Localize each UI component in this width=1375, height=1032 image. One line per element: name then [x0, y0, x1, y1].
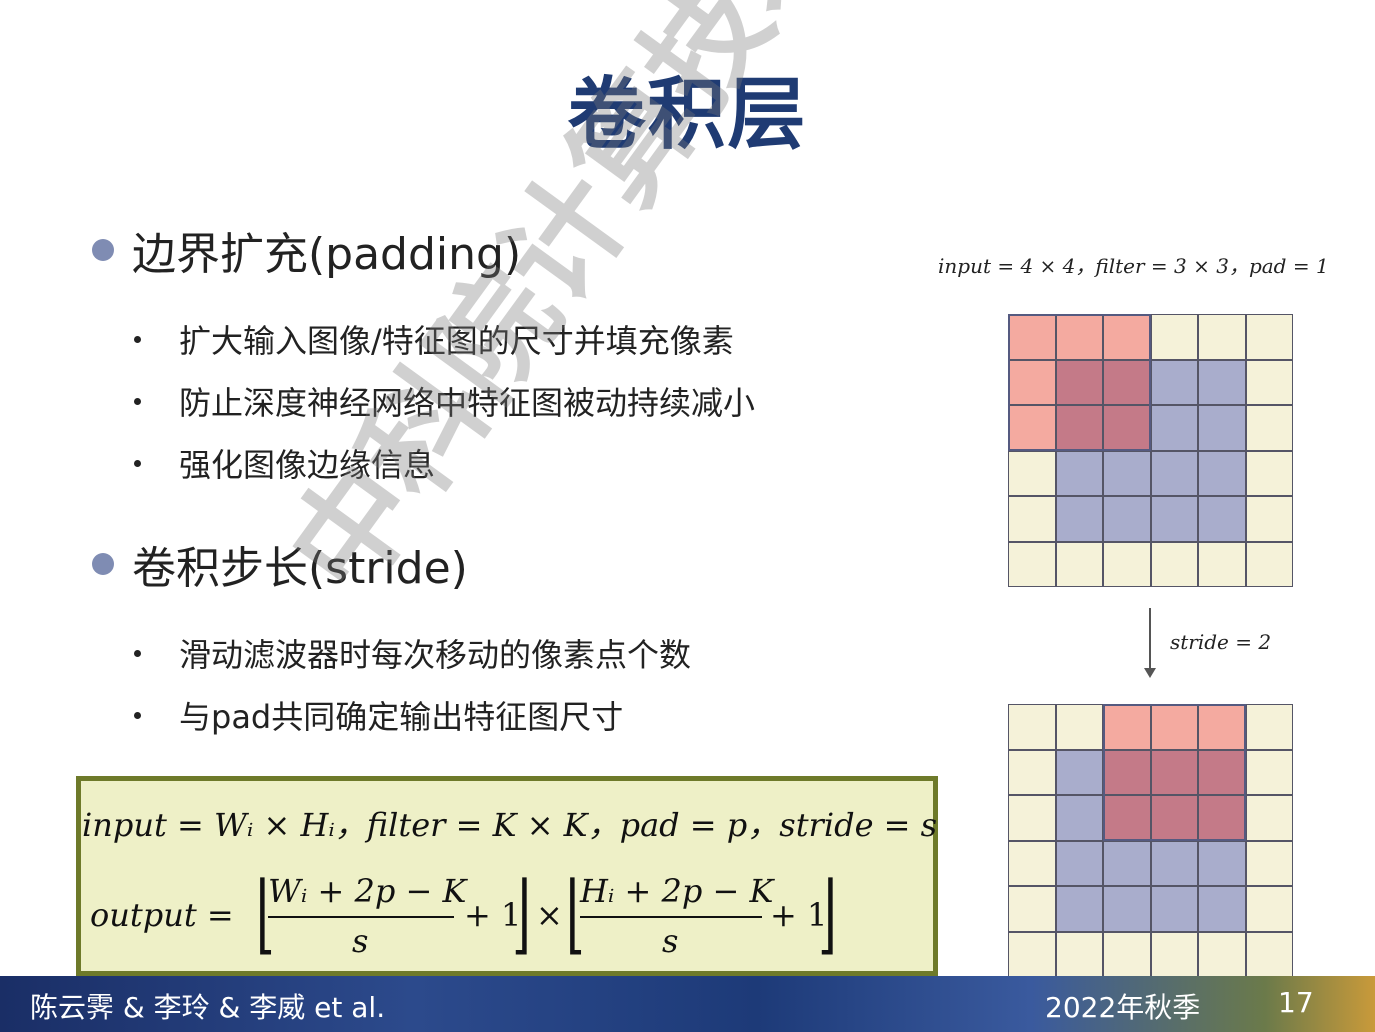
times-sign: × — [536, 896, 563, 934]
grid-cell — [1245, 359, 1293, 405]
grid-cell — [1055, 749, 1103, 795]
grid-cell — [1008, 541, 1056, 587]
grid-cell — [1150, 314, 1198, 360]
floor-bracket-right: ⌋ — [512, 864, 531, 965]
grid-cell — [1055, 496, 1103, 542]
grid-cell — [1245, 931, 1293, 977]
fraction1-bar — [268, 916, 454, 918]
grid-cell — [1008, 496, 1056, 542]
filter-window — [1008, 314, 1151, 451]
grid-cell — [1245, 541, 1293, 587]
grid-cell — [1008, 795, 1056, 841]
padding-grid — [1008, 314, 1293, 587]
bullet-dot — [134, 649, 141, 657]
grid-cell — [1245, 749, 1293, 795]
grid-cell — [1055, 886, 1103, 932]
grid-cell — [1008, 840, 1056, 886]
list-item: 强化图像边缘信息 — [134, 440, 435, 486]
fraction1-numerator: Wᵢ + 2p − K — [268, 872, 467, 910]
grid-cell — [1008, 886, 1056, 932]
grid-cell — [1008, 704, 1056, 750]
fraction1-denominator: s — [352, 922, 369, 960]
footer-authors: 陈云霁 & 李玲 & 李威 et al. — [30, 991, 386, 1024]
grid-cell — [1008, 931, 1056, 977]
list-item: 滑动滤波器时每次移动的像素点个数 — [134, 630, 691, 676]
down-arrow-icon — [1144, 668, 1156, 678]
grid-cell — [1150, 359, 1198, 405]
heading-text: 边界扩充(padding) — [132, 229, 522, 280]
grid-cell — [1008, 450, 1056, 496]
grid-cell — [1150, 840, 1198, 886]
grid-cell — [1150, 496, 1198, 542]
grid-cell — [1245, 795, 1293, 841]
fraction2-numerator: Hᵢ + 2p − K — [580, 872, 774, 910]
list-item-text: 滑动滤波器时每次移动的像素点个数 — [179, 636, 692, 674]
grid-cell — [1198, 405, 1246, 451]
grid-cell — [1245, 704, 1293, 750]
grid-cell — [1055, 450, 1103, 496]
grid-cell — [1245, 405, 1293, 451]
stride-annotation: stride = 2 — [1170, 630, 1272, 654]
grid-cell — [1103, 931, 1151, 977]
list-item: 扩大输入图像/特征图的尺寸并填充像素 — [134, 316, 734, 362]
grid-cell — [1198, 931, 1246, 977]
bullet-dot — [134, 335, 141, 343]
grid-cell — [1198, 359, 1246, 405]
grid-cell — [1245, 314, 1293, 360]
grid-cell — [1198, 450, 1246, 496]
bullet-dot — [92, 553, 114, 575]
grid-cell — [1103, 840, 1151, 886]
grid-cell — [1103, 496, 1151, 542]
grid-cell — [1245, 840, 1293, 886]
footer-bar: 陈云霁 & 李玲 & 李威 et al. 2022年秋季 17 — [0, 976, 1375, 1032]
grid-cell — [1055, 704, 1103, 750]
formula-output-label: output = — [90, 896, 234, 934]
grid-cell — [1150, 405, 1198, 451]
grid-cell — [1245, 450, 1293, 496]
grid-cell — [1150, 886, 1198, 932]
grid-cell — [1150, 541, 1198, 587]
list-item: 防止深度神经网络中特征图被动持续减小 — [134, 378, 755, 424]
page-number: 17 — [1278, 986, 1314, 1019]
padding-annotation: input = 4 × 4，filter = 3 × 3，pad = 1 — [938, 254, 1329, 278]
grid-cell — [1055, 840, 1103, 886]
grid-cell — [1245, 496, 1293, 542]
grid-cell — [1008, 749, 1056, 795]
bullet-dot — [92, 239, 114, 261]
grid-cell — [1198, 840, 1246, 886]
floor-bracket-right: ⌋ — [818, 864, 837, 965]
bullet-dot — [134, 397, 141, 405]
grid-cell — [1198, 496, 1246, 542]
grid-cell — [1245, 886, 1293, 932]
list-item-text: 强化图像边缘信息 — [179, 446, 436, 484]
grid-cell — [1198, 314, 1246, 360]
grid-cell — [1055, 931, 1103, 977]
section-padding-heading: 边界扩充(padding) — [92, 218, 521, 282]
list-item-text: 扩大输入图像/特征图的尺寸并填充像素 — [179, 322, 734, 360]
page-title: 卷积层 — [567, 70, 808, 160]
grid-cell — [1103, 541, 1151, 587]
stride-grid — [1008, 704, 1293, 977]
filter-window — [1103, 704, 1246, 841]
grid-cell — [1055, 795, 1103, 841]
stride-arrow-shaft — [1149, 608, 1151, 670]
footer-term: 2022年秋季 — [1045, 991, 1201, 1024]
formula-definitions: input = Wᵢ × Hᵢ，filter = K × K，pad = p，s… — [82, 806, 938, 844]
section-stride-heading: 卷积步长(stride) — [92, 532, 468, 596]
fraction2-denominator: s — [662, 922, 679, 960]
list-item-text: 与pad共同确定输出特征图尺寸 — [179, 698, 624, 736]
heading-text: 卷积步长(stride) — [132, 543, 468, 594]
list-item-text: 防止深度神经网络中特征图被动持续减小 — [179, 384, 756, 422]
bullet-dot — [134, 459, 141, 467]
grid-cell — [1150, 931, 1198, 977]
fraction2-bar — [580, 916, 762, 918]
list-item: 与pad共同确定输出特征图尺寸 — [134, 692, 623, 738]
bullet-dot — [134, 711, 141, 719]
grid-cell — [1150, 450, 1198, 496]
grid-cell — [1198, 541, 1246, 587]
grid-cell — [1055, 541, 1103, 587]
grid-cell — [1103, 886, 1151, 932]
grid-cell — [1198, 886, 1246, 932]
grid-cell — [1103, 450, 1151, 496]
